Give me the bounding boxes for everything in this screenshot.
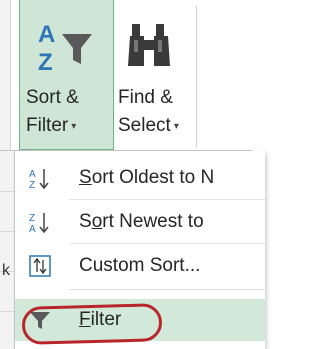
svg-text:Z: Z bbox=[38, 49, 53, 74]
find-select-label: Find & Select ▾ bbox=[118, 84, 179, 141]
menu-separator bbox=[69, 289, 265, 290]
worksheet-cell-text: k bbox=[2, 262, 10, 279]
menu-item-label: Sort Oldest to N bbox=[79, 167, 215, 188]
sort-descending-icon: Z A bbox=[29, 213, 49, 234]
menu-item-custom-sort[interactable]: Custom Sort... bbox=[15, 247, 265, 285]
svg-text:A: A bbox=[29, 224, 36, 234]
worksheet-grid-edge bbox=[0, 151, 15, 349]
menu-separator bbox=[69, 243, 265, 244]
sort-az-funnel-icon: A Z bbox=[38, 21, 92, 74]
find-select-label-line1: Find & bbox=[118, 87, 173, 108]
sort-filter-button[interactable]: A Z Sort & Filter ▾ bbox=[19, 0, 114, 150]
sort-ascending-icon: A Z bbox=[29, 169, 49, 190]
menu-item-label: Sort Newest to bbox=[79, 211, 204, 232]
menu-item-label: Custom Sort... bbox=[79, 255, 201, 276]
find-select-button[interactable]: Find & Select ▾ bbox=[116, 0, 186, 150]
sort-filter-menu: A Z Sort Oldest to N Z A Sort Newest to … bbox=[14, 151, 265, 349]
find-select-label-line2: Select bbox=[118, 115, 171, 136]
funnel-icon bbox=[30, 312, 50, 329]
sort-filter-label: Sort & Filter ▾ bbox=[26, 84, 79, 141]
ribbon-separator bbox=[196, 6, 197, 148]
svg-text:A: A bbox=[29, 169, 36, 180]
menu-item-filter[interactable]: Filter bbox=[15, 299, 265, 341]
binoculars-icon bbox=[128, 24, 170, 66]
custom-sort-icon bbox=[29, 255, 51, 277]
svg-text:Z: Z bbox=[29, 213, 35, 224]
sort-filter-label-line2-row: Filter ▾ bbox=[26, 112, 79, 141]
chevron-down-icon: ▾ bbox=[173, 121, 179, 132]
menu-item-sort-oldest[interactable]: A Z Sort Oldest to N bbox=[15, 159, 265, 197]
menu-item-sort-newest[interactable]: Z A Sort Newest to bbox=[15, 203, 265, 241]
ribbon-left-edge bbox=[0, 0, 11, 150]
grid-line bbox=[0, 191, 14, 192]
chevron-down-icon: ▾ bbox=[71, 121, 77, 132]
sort-filter-label-line1: Sort & bbox=[26, 87, 79, 108]
menu-separator bbox=[69, 199, 265, 200]
grid-line bbox=[0, 231, 14, 232]
menu-item-label: Filter bbox=[79, 309, 122, 330]
find-select-label-line2-row: Select ▾ bbox=[118, 112, 179, 141]
ribbon: A Z Sort & Filter ▾ Find & Select ▾ bbox=[0, 0, 252, 150]
svg-text:A: A bbox=[38, 21, 55, 48]
sort-filter-label-line2: Filter bbox=[26, 115, 69, 136]
svg-text:Z: Z bbox=[29, 180, 35, 190]
grid-line bbox=[0, 311, 14, 312]
